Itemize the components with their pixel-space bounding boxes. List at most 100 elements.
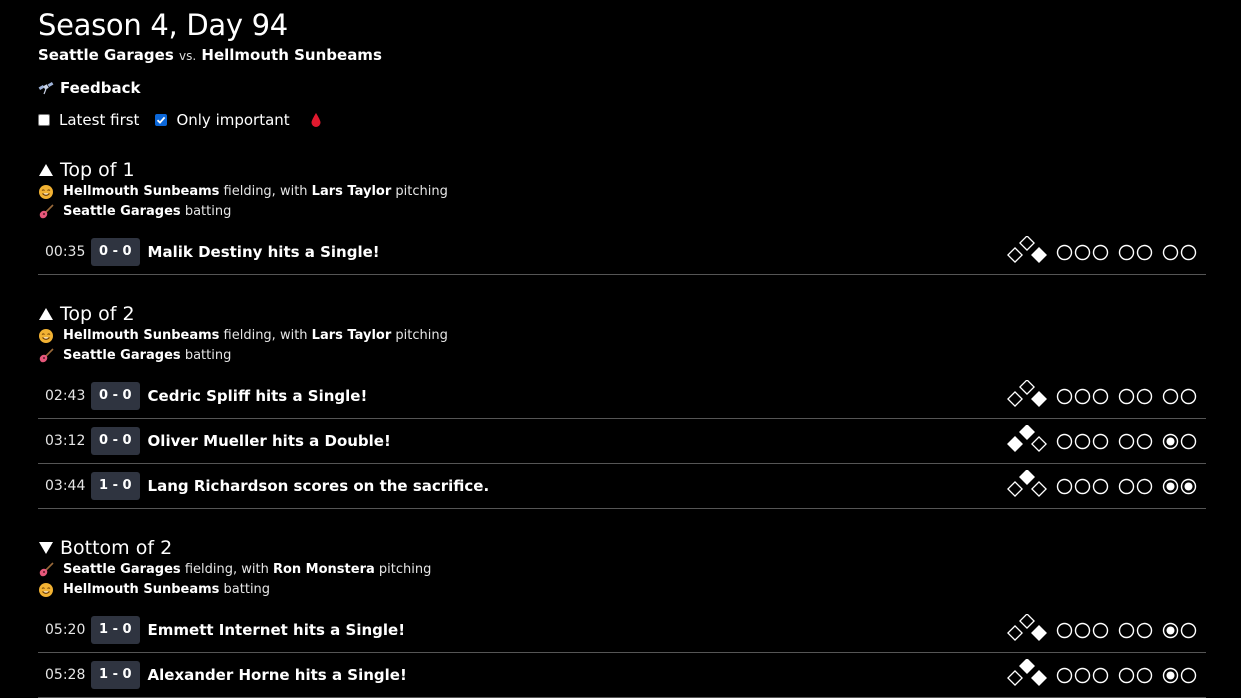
fielding-text: fielding, with — [223, 184, 308, 199]
balls-group — [1056, 244, 1110, 261]
pitching-text: pitching — [395, 184, 448, 199]
balls-group — [1056, 433, 1110, 450]
outs-group — [1162, 244, 1198, 261]
game-page: Season 4, Day 94 Seattle Garages vs. Hel… — [0, 0, 1241, 698]
event-description: Alexander Horne hits a Single! — [147, 666, 407, 684]
game-state-indicators — [1006, 464, 1198, 508]
sun-face-icon — [39, 329, 53, 343]
event-description: Malik Destiny hits a Single! — [147, 243, 380, 261]
event-time: 03:12 — [45, 433, 86, 449]
strikes-pip — [1118, 667, 1135, 683]
event-row: 03:44 1 - 0 Lang Richardson scores on the … — [38, 464, 1206, 509]
only-important-option[interactable]: Only important — [155, 110, 290, 130]
game-state-indicators — [1006, 230, 1198, 274]
count-pips — [1056, 622, 1198, 639]
strikes-pip — [1136, 667, 1153, 683]
bases-diamond — [1007, 470, 1047, 497]
strikes-pip — [1118, 433, 1135, 449]
first-base — [1031, 670, 1047, 686]
batting-text: batting — [184, 204, 232, 219]
triangle-down-icon — [39, 542, 53, 554]
batting-text: batting — [223, 582, 271, 597]
strikes-pip — [1136, 622, 1153, 638]
third-base — [1007, 247, 1023, 263]
third-base — [1007, 391, 1023, 407]
strikes-pip — [1136, 388, 1153, 404]
half-inning-heading: Bottom of 2 — [38, 536, 1206, 560]
strikes-pip — [1136, 478, 1153, 494]
first-base — [1031, 481, 1047, 497]
event-time: 03:44 — [45, 478, 86, 494]
first-base — [1031, 436, 1047, 452]
pitching-text: pitching — [378, 562, 432, 577]
bases-diamond — [1007, 659, 1047, 686]
event-row: 05:20 1 - 0 Emmett Internet hits a Single! — [38, 608, 1206, 653]
balls-pip — [1074, 622, 1091, 638]
batting-team-name: Hellmouth Sunbeams — [63, 582, 220, 597]
latest-first-option[interactable]: Latest first — [38, 110, 139, 130]
only-important-label: Only important — [176, 111, 290, 129]
second-base — [1019, 659, 1035, 674]
bases-diamond — [1007, 236, 1047, 263]
feedback-label: Feedback — [60, 79, 141, 97]
batting-text: batting — [184, 348, 232, 363]
balls-pip — [1074, 667, 1091, 683]
game-state-indicators — [1006, 653, 1198, 697]
balls-pip — [1092, 244, 1109, 260]
latest-first-checkbox[interactable] — [38, 114, 50, 126]
outs-group — [1162, 667, 1198, 684]
bases-diamond — [1007, 380, 1047, 407]
strikes-group — [1118, 244, 1154, 261]
outs-group — [1162, 388, 1198, 405]
outs-pip — [1162, 667, 1179, 683]
matchup: Seattle Garages vs. Hellmouth Sunbeams — [38, 45, 1206, 66]
first-base — [1031, 391, 1047, 407]
score-badge: 1 - 0 — [91, 616, 140, 644]
balls-pip — [1074, 388, 1091, 404]
half-inning-section: Bottom of 2 Seattle Garages fielding, wit… — [38, 536, 1206, 698]
fielding-text: fielding, with — [223, 328, 308, 343]
game-state-indicators — [1006, 419, 1198, 463]
only-important-checkbox[interactable] — [155, 114, 168, 126]
outs-pip — [1180, 478, 1197, 494]
balls-group — [1056, 622, 1110, 639]
outs-pip — [1162, 478, 1179, 494]
strikes-pip — [1118, 478, 1135, 494]
balls-group — [1056, 388, 1110, 405]
outs-pip — [1162, 622, 1179, 638]
balls-pip — [1056, 244, 1073, 260]
score-badge: 0 - 0 — [91, 238, 140, 266]
fielding-team-name: Seattle Garages — [63, 562, 181, 577]
event-description: Emmett Internet hits a Single! — [147, 621, 406, 639]
first-base — [1031, 625, 1047, 641]
balls-pip — [1092, 433, 1109, 449]
event-description: Lang Richardson scores on the sacrifice. — [147, 477, 490, 495]
page-title: Season 4, Day 94 — [38, 8, 288, 42]
score-badge: 0 - 0 — [91, 382, 140, 410]
balls-pip — [1092, 388, 1109, 404]
third-base — [1007, 625, 1023, 641]
second-base — [1019, 380, 1035, 395]
sun-face-icon — [39, 185, 53, 199]
event-description: Cedric Spliff hits a Single! — [147, 387, 368, 405]
vs-label: vs. — [179, 49, 197, 63]
filter-options: Latest first Only important — [38, 110, 1206, 130]
strikes-pip — [1136, 433, 1153, 449]
batting-line: Seattle Garages batting — [38, 202, 1206, 222]
balls-pip — [1056, 433, 1073, 449]
bases-diamond — [1007, 614, 1047, 641]
score-badge: 0 - 0 — [91, 427, 140, 455]
event-row: 00:35 0 - 0 Malik Destiny hits a Single! — [38, 230, 1206, 275]
outs-pip — [1180, 388, 1197, 404]
count-pips — [1056, 244, 1198, 261]
batting-line: Seattle Garages batting — [38, 346, 1206, 366]
balls-pip — [1092, 478, 1109, 494]
half-inning-title: Top of 2 — [60, 303, 135, 325]
balls-pip — [1092, 667, 1109, 683]
feedback-link[interactable]: Feedback — [38, 78, 1206, 98]
balls-pip — [1074, 478, 1091, 494]
blood-drop-icon[interactable] — [310, 112, 322, 128]
event-list: 05:20 1 - 0 Emmett Internet hits a Single!… — [38, 608, 1206, 698]
count-pips — [1056, 433, 1198, 450]
outs-pip — [1162, 433, 1179, 449]
